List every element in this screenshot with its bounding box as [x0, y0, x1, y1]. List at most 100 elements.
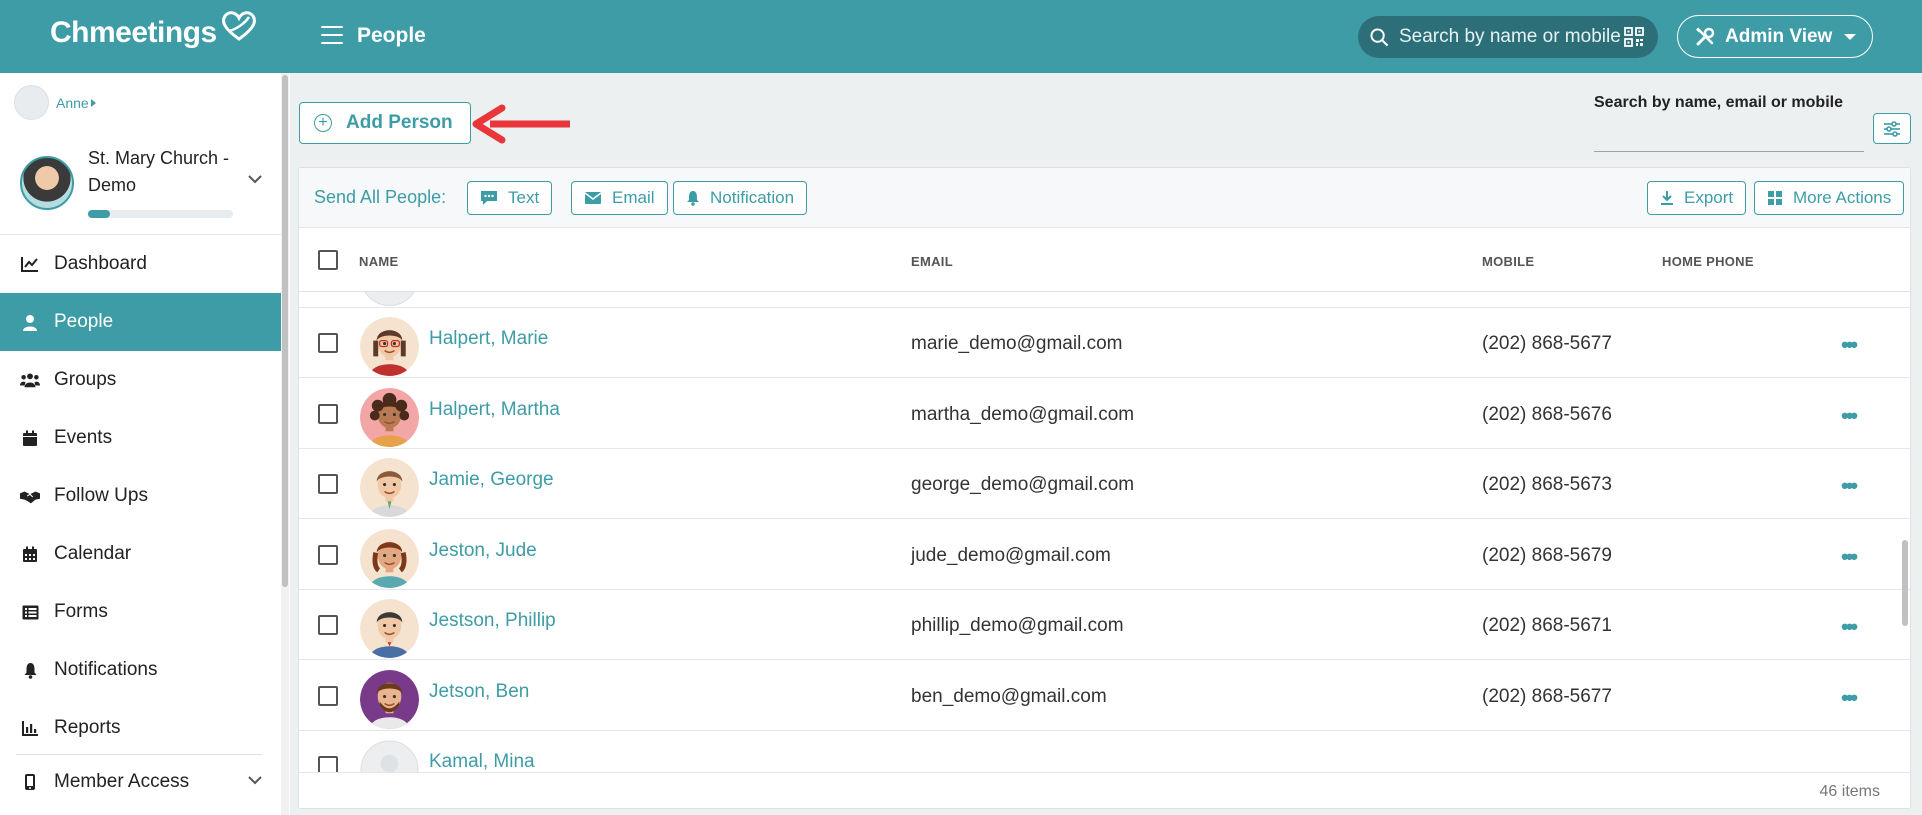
row-checkbox[interactable]: [318, 756, 338, 772]
sidebar-item-label: Calendar: [54, 543, 132, 564]
row-checkbox[interactable]: [318, 544, 338, 565]
column-header-home-phone[interactable]: HOME PHONE: [1662, 254, 1754, 269]
table-row[interactable]: Halpert, Marie marie_demo@gmail.com (202) …: [299, 308, 1910, 378]
table-row[interactable]: Jetson, Ben ben_demo@gmail.com (202) 868-5…: [299, 661, 1910, 731]
person-avatar[interactable]: [360, 317, 419, 376]
row-checkbox[interactable]: [318, 333, 338, 353]
church-name: St. Mary Church - Demo: [88, 148, 230, 195]
row-checkbox[interactable]: [318, 403, 338, 424]
email-button-label: Email: [612, 188, 655, 207]
items-count: 46 items: [1819, 783, 1880, 800]
search-field-label: Search by name, email or mobile: [1594, 94, 1843, 111]
add-person-button[interactable]: + Add Person: [299, 102, 471, 144]
search-icon: [1370, 27, 1389, 46]
people-search-input[interactable]: [1594, 118, 1864, 152]
column-header-email[interactable]: EMAIL: [911, 254, 953, 269]
sidebar-scrollbar-thumb[interactable]: [282, 75, 288, 587]
row-more-options-icon[interactable]: •••: [1841, 685, 1858, 711]
send-text-button[interactable]: Text: [467, 181, 553, 215]
row-more-options-icon[interactable]: •••: [1841, 544, 1858, 570]
user-menu[interactable]: Anne: [14, 85, 96, 120]
person-name-link[interactable]: Jamie, George: [429, 469, 554, 491]
table-scrollbar-thumb[interactable]: [1902, 540, 1908, 626]
person-mobile: (202) 868-5673: [1482, 474, 1612, 495]
person-avatar[interactable]: [360, 458, 419, 517]
sidebar-item-forms[interactable]: Forms: [0, 583, 282, 641]
send-email-button[interactable]: Email: [571, 181, 668, 215]
sidebar-item-dashboard[interactable]: Dashboard: [0, 235, 282, 293]
table-scrollbar[interactable]: [1900, 292, 1910, 772]
church-logo: [20, 156, 74, 210]
person-name-link[interactable]: Halpert, Marie: [429, 328, 548, 350]
bar-chart-icon: [20, 718, 40, 738]
user-name: Anne: [56, 94, 89, 111]
row-checkbox[interactable]: [318, 685, 338, 706]
sidebar-item-label: Groups: [54, 369, 117, 390]
person-avatar[interactable]: [360, 387, 419, 447]
table-row[interactable]: Jestson, Phillip phillip_demo@gmail.com (2…: [299, 590, 1910, 660]
row-checkbox[interactable]: [318, 615, 338, 635]
person-email: jude_demo@gmail.com: [911, 544, 1111, 566]
table-row[interactable]: Kamal, Mina: [299, 731, 1910, 772]
envelope-icon: [584, 191, 602, 205]
sidebar-item-events[interactable]: Events: [0, 409, 282, 467]
more-actions-label: More Actions: [1793, 188, 1892, 207]
select-all-checkbox[interactable]: [318, 250, 338, 270]
table-body: Halpert, Marie marie_demo@gmail.com (202) …: [299, 292, 1910, 772]
sidebar-item-calendar[interactable]: Calendar: [0, 525, 282, 583]
send-notification-button[interactable]: Notification: [673, 181, 808, 215]
person-avatar[interactable]: [360, 528, 419, 588]
people-panel: Send All People: Text Email Notification…: [298, 167, 1911, 809]
sidebar-item-reports[interactable]: Reports: [0, 699, 282, 757]
row-more-options-icon[interactable]: •••: [1841, 332, 1858, 358]
person-avatar[interactable]: [360, 740, 419, 772]
export-button[interactable]: Export: [1647, 181, 1747, 215]
column-header-name[interactable]: NAME: [359, 254, 398, 269]
table-row[interactable]: Halpert, Martha martha_demo@gmail.com (202…: [299, 379, 1910, 449]
person-mobile: (202) 868-5671: [1482, 615, 1612, 636]
row-more-options-icon[interactable]: •••: [1841, 403, 1858, 429]
sidebar-item-member-access[interactable]: Member Access: [0, 756, 282, 808]
row-more-options-icon[interactable]: •••: [1841, 614, 1858, 640]
plus-circle-icon: +: [314, 114, 332, 132]
table-footer: 46 items: [299, 772, 1910, 808]
column-header-mobile[interactable]: MOBILE: [1482, 254, 1534, 269]
page-title: People: [357, 24, 426, 47]
table-row[interactable]: Jeston, Jude jude_demo@gmail.com (202) 868…: [299, 520, 1910, 590]
bell-icon: [686, 190, 700, 206]
user-avatar: [14, 85, 49, 120]
member-access-label: Member Access: [54, 771, 190, 792]
sidebar-item-label: Notifications: [54, 659, 158, 680]
person-name-link[interactable]: Jeston, Jude: [429, 540, 537, 562]
chart-line-icon: [20, 254, 40, 274]
person-name-link[interactable]: Kamal, Mina: [429, 751, 535, 772]
row-checkbox[interactable]: [318, 474, 338, 494]
calendar-icon: [20, 428, 40, 448]
bell-icon: [20, 660, 40, 680]
app-logo[interactable]: Chmeetings: [50, 11, 259, 50]
more-actions-button[interactable]: More Actions: [1754, 181, 1905, 215]
sidebar-item-follow-ups[interactable]: Follow Ups: [0, 467, 282, 525]
person-name-link[interactable]: Halpert, Martha: [429, 399, 560, 421]
table-row[interactable]: Jamie, George george_demo@gmail.com (202) …: [299, 449, 1910, 519]
sidebar-scrollbar[interactable]: [281, 73, 289, 815]
row-more-options-icon[interactable]: •••: [1841, 473, 1858, 499]
notification-button-label: Notification: [710, 188, 795, 207]
person-email: martha_demo@gmail.com: [911, 403, 1135, 425]
person-avatar[interactable]: [360, 669, 419, 729]
person-name-link[interactable]: Jetson, Ben: [429, 681, 529, 703]
hamburger-menu-icon[interactable]: [321, 26, 343, 44]
sidebar-item-people[interactable]: People: [0, 293, 282, 351]
person-avatar[interactable]: [360, 599, 419, 658]
top-search-box: [1358, 16, 1658, 58]
sidebar-separator: [16, 754, 262, 755]
filter-settings-button[interactable]: [1873, 113, 1911, 144]
qr-code-icon[interactable]: [1624, 27, 1644, 47]
top-search-input[interactable]: [1399, 26, 1621, 48]
admin-view-dropdown[interactable]: Admin View: [1677, 15, 1873, 58]
sidebar-item-groups[interactable]: Groups: [0, 351, 282, 409]
church-selector[interactable]: St. Mary Church - Demo: [0, 133, 282, 233]
sidebar-item-notifications[interactable]: Notifications: [0, 641, 282, 699]
person-name-link[interactable]: Jestson, Phillip: [429, 610, 556, 632]
list-icon: [20, 602, 40, 622]
